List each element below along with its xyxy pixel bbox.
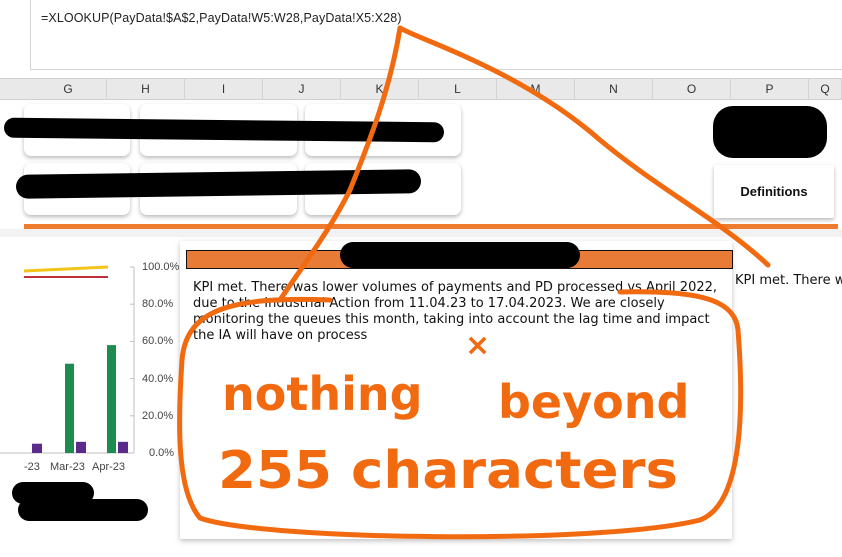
y-tick-label: 80.0% [142,298,174,310]
column-header-g[interactable]: G [30,79,107,100]
section-gap [0,229,842,237]
bar-green [107,345,116,453]
x-tick-label: Apr-23 [92,461,126,473]
column-header-row: G H I J K L M N O P Q [0,78,842,100]
y-tick-label: 100.0% [142,261,180,273]
column-header-n[interactable]: N [575,79,653,100]
column-header-l[interactable]: L [419,79,497,100]
bar-purple [32,443,42,453]
column-header-p[interactable]: P [731,79,809,100]
orange-divider [24,224,838,229]
x-tick-label: Mar-23 [50,461,85,473]
x-tick-label: -23 [24,461,40,473]
target-line-yellow [23,265,109,273]
y-tick-label: 40.0% [142,373,174,385]
redaction-scribble [18,499,148,521]
bar-green [65,363,74,453]
y-tick-label: 60.0% [142,335,174,347]
column-header-o[interactable]: O [653,79,731,100]
redaction-scribble [340,242,580,268]
bar-purple [118,441,128,453]
column-header-i[interactable]: I [185,79,263,100]
bar-chart [0,265,135,454]
column-header-j[interactable]: J [263,79,341,100]
redaction-scribble [713,106,827,158]
column-header-k[interactable]: K [341,79,419,100]
column-header-h[interactable]: H [107,79,185,100]
y-tick-label: 20.0% [142,410,174,422]
bar-purple [76,441,86,453]
comment-text[interactable]: KPI met. There was lower volumes of paym… [193,280,725,344]
formula-bar[interactable]: =XLOOKUP(PayData!$A$2,PayData!W5:W28,Pay… [30,0,842,70]
definitions-button[interactable]: Definitions [714,165,834,218]
formula-bar-gutter [0,0,30,70]
y-tick-label: 0.0% [149,447,175,459]
overflow-cell-text[interactable]: KPI met. There w [735,273,842,288]
formula-text[interactable]: =XLOOKUP(PayData!$A$2,PayData!W5:W28,Pay… [41,11,402,25]
column-header-q[interactable]: Q [809,79,842,100]
column-header-m[interactable]: M [497,79,575,100]
